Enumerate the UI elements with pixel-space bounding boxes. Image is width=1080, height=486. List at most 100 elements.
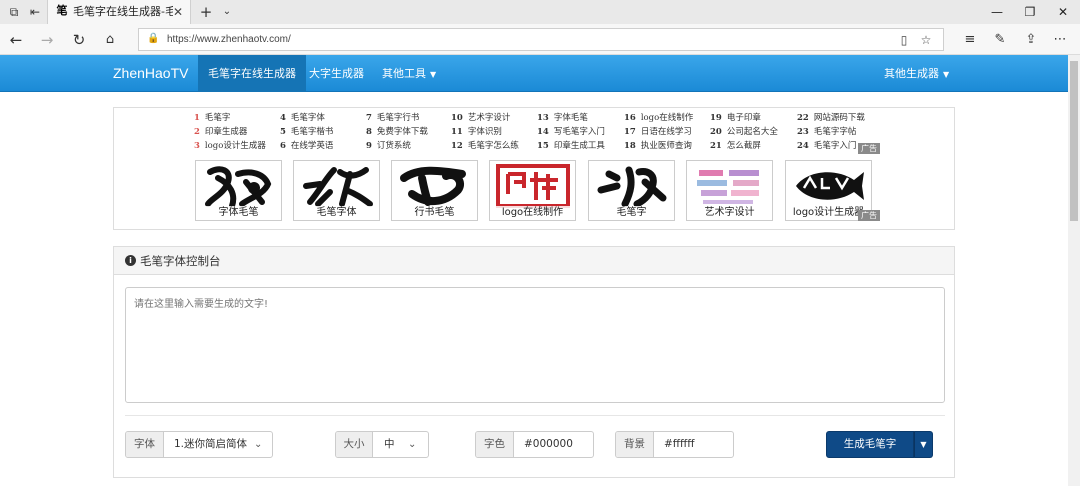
ad-thumbnail[interactable]: logo在线制作 [489,160,576,221]
address-toolbar: ← → ↻ ⌂ 🔒 https://www.zhenhaotv.com/ ▯ ☆… [0,24,1080,55]
ad-link[interactable]: 1 毛笔字 [194,113,230,124]
reading-view-icon[interactable]: ▯ [896,32,912,48]
tab-manager-icon[interactable]: ⧉ [6,4,22,20]
nav-item-other-tools[interactable]: 其他工具 ▼ [372,55,446,92]
background-color-group[interactable]: 背景 #ffffff [615,431,734,458]
brush-font-console: i 毛笔字体控制台 字体 1.迷你简启简体 ⌄ 大小 中 ⌄ 字色 #00000… [113,246,955,478]
ad-link[interactable]: 24 毛笔字入门 [797,141,856,152]
ad-badge[interactable]: 广告 [858,210,880,221]
maximize-icon[interactable]: ❐ [1013,0,1047,24]
page-scrollbar[interactable] [1068,55,1080,486]
home-icon[interactable]: ⌂ [100,30,120,50]
calligraphy-image [205,166,272,208]
font-label: 字体 [126,432,164,457]
ad-thumbnail[interactable]: 字体毛笔 [195,160,282,221]
back-icon[interactable]: ← [6,30,26,50]
nav-item-brush-generator[interactable]: 毛笔字在线生成器 [198,55,306,92]
ad-link[interactable]: 17 日语在线学习 [624,127,692,138]
chevron-down-icon[interactable]: ⌄ [219,4,235,20]
calligraphy-image [597,166,667,208]
nav-item-other-generators[interactable]: 其他生成器 ▼ [874,55,959,92]
ad-link[interactable]: 13 字体毛笔 [537,113,588,124]
browser-tab[interactable]: 笔 毛笔字在线生成器-毛笔 ✕ [47,0,191,24]
background-color-input[interactable]: #ffffff [664,432,695,457]
text-color-input[interactable]: #000000 [524,432,573,457]
ad-link[interactable]: 19 电子印章 [710,113,761,124]
forward-icon[interactable]: → [37,30,57,50]
new-tab-icon[interactable]: + [198,4,214,20]
font-select[interactable]: 1.迷你简启简体 [174,432,247,457]
set-aside-tabs-icon[interactable]: ⇤ [27,4,43,20]
ad-link[interactable]: 8 免费字体下载 [366,127,428,138]
close-icon[interactable]: ✕ [171,5,185,19]
ad-thumbnail[interactable]: 行书毛笔 [391,160,478,221]
ad-link[interactable]: 16 logo在线制作 [624,113,693,124]
site-favicon-icon: 笔 [56,4,68,17]
refresh-icon[interactable]: ↻ [69,30,89,50]
ad-link[interactable]: 20 公司起名大全 [710,127,778,138]
size-label: 大小 [336,432,373,457]
thumbnail-caption: logo在线制作 [490,206,575,220]
site-brand[interactable]: ZhenHaoTV [113,65,188,82]
ad-link[interactable]: 14 写毛笔字入门 [537,127,605,138]
ad-link[interactable]: 4 毛笔字体 [280,113,325,124]
ad-thumbnail[interactable]: 艺术字设计 [686,160,773,221]
thumbnail-caption: 字体毛笔 [196,206,281,220]
nav-item-label: 其他生成器 [884,67,939,80]
generate-dropdown-button[interactable]: ▼ [914,431,933,458]
web-page: ZhenHaoTV 毛笔字在线生成器 大字生成器 其他工具 ▼ 其他生成器 ▼ 1毛… [0,55,1068,486]
thumbnail-caption: 行书毛笔 [392,206,477,220]
ad-link[interactable]: 15 印章生成工具 [537,141,605,152]
ad-box: 1 毛笔字 2 印章生成器 3 logo设计生成器 4 毛笔字体 5 毛笔字楷书 6 在线学… [113,107,955,230]
chevron-down-icon: ⌄ [408,439,417,450]
text-color-group[interactable]: 字色 #000000 [475,431,594,458]
font-select-group[interactable]: 字体 1.迷你简启简体 ⌄ [125,431,273,458]
pen-icon[interactable]: ✎ [990,30,1010,50]
more-icon[interactable]: ⋯ [1050,30,1070,50]
nav-item-label: 毛笔字在线生成器 [208,67,296,80]
favorite-star-icon[interactable]: ☆ [918,32,934,48]
ad-thumbnail[interactable]: 毛笔字体 [293,160,380,221]
nav-item-label: 其他工具 [382,67,426,80]
ad-thumbnail[interactable]: 毛笔字 [588,160,675,221]
share-icon[interactable]: ⇪ [1021,30,1041,50]
address-bar[interactable]: 🔒 https://www.zhenhaotv.com/ ▯ ☆ [138,28,944,51]
nav-item-big-text[interactable]: 大字生成器 [299,55,374,92]
panel-header: i 毛笔字体控制台 [114,247,954,275]
chevron-down-icon: ⌄ [254,439,263,450]
ad-link[interactable]: 6 在线学英语 [280,141,333,152]
calligraphy-image [400,166,466,206]
generate-button[interactable]: 生成毛笔字 [826,431,914,458]
site-navbar: ZhenHaoTV 毛笔字在线生成器 大字生成器 其他工具 ▼ 其他生成器 ▼ [0,55,1068,92]
text-input[interactable] [125,287,945,403]
ad-link[interactable]: 2 印章生成器 [194,127,247,138]
art-text-image [697,170,759,204]
seal-image [496,164,570,208]
ad-link[interactable]: 3 logo设计生成器 [194,141,266,152]
ad-link[interactable]: 10 艺术字设计 [451,113,510,124]
thumbnail-caption: 艺术字设计 [687,206,772,220]
background-color-label: 背景 [616,432,654,457]
ad-link[interactable]: 9 订货系统 [366,141,411,152]
favorites-icon[interactable]: ≡ [960,30,980,50]
window-close-icon[interactable]: ✕ [1046,0,1080,24]
browser-tab-strip: ⧉ ⇤ 笔 毛笔字在线生成器-毛笔 ✕ + ⌄ — ❐ ✕ [0,0,1080,24]
text-color-label: 字色 [476,432,514,457]
ad-link[interactable]: 11 字体识别 [451,127,502,138]
scrollbar-thumb[interactable] [1070,61,1078,221]
ad-link[interactable]: 22 网站源码下载 [797,113,865,124]
minimize-icon[interactable]: — [980,0,1014,24]
size-select[interactable]: 中 [384,432,395,457]
url-text: https://www.zhenhaotv.com/ [167,34,291,45]
calligraphy-image [303,167,373,207]
ad-link[interactable]: 21 怎么截屏 [710,141,761,152]
panel-title: 毛笔字体控制台 [140,254,221,268]
ad-badge[interactable]: 广告 [858,143,880,154]
ad-link[interactable]: 12 毛笔字怎么练 [451,141,519,152]
ad-link[interactable]: 23 毛笔字字帖 [797,127,856,138]
ad-link[interactable]: 5 毛笔字楷书 [280,127,333,138]
ad-link[interactable]: 7 毛笔字行书 [366,113,419,124]
size-select-group[interactable]: 大小 中 ⌄ [335,431,429,458]
caret-down-icon: ▼ [920,440,927,449]
ad-link[interactable]: 18 执业医师查询 [624,141,692,152]
